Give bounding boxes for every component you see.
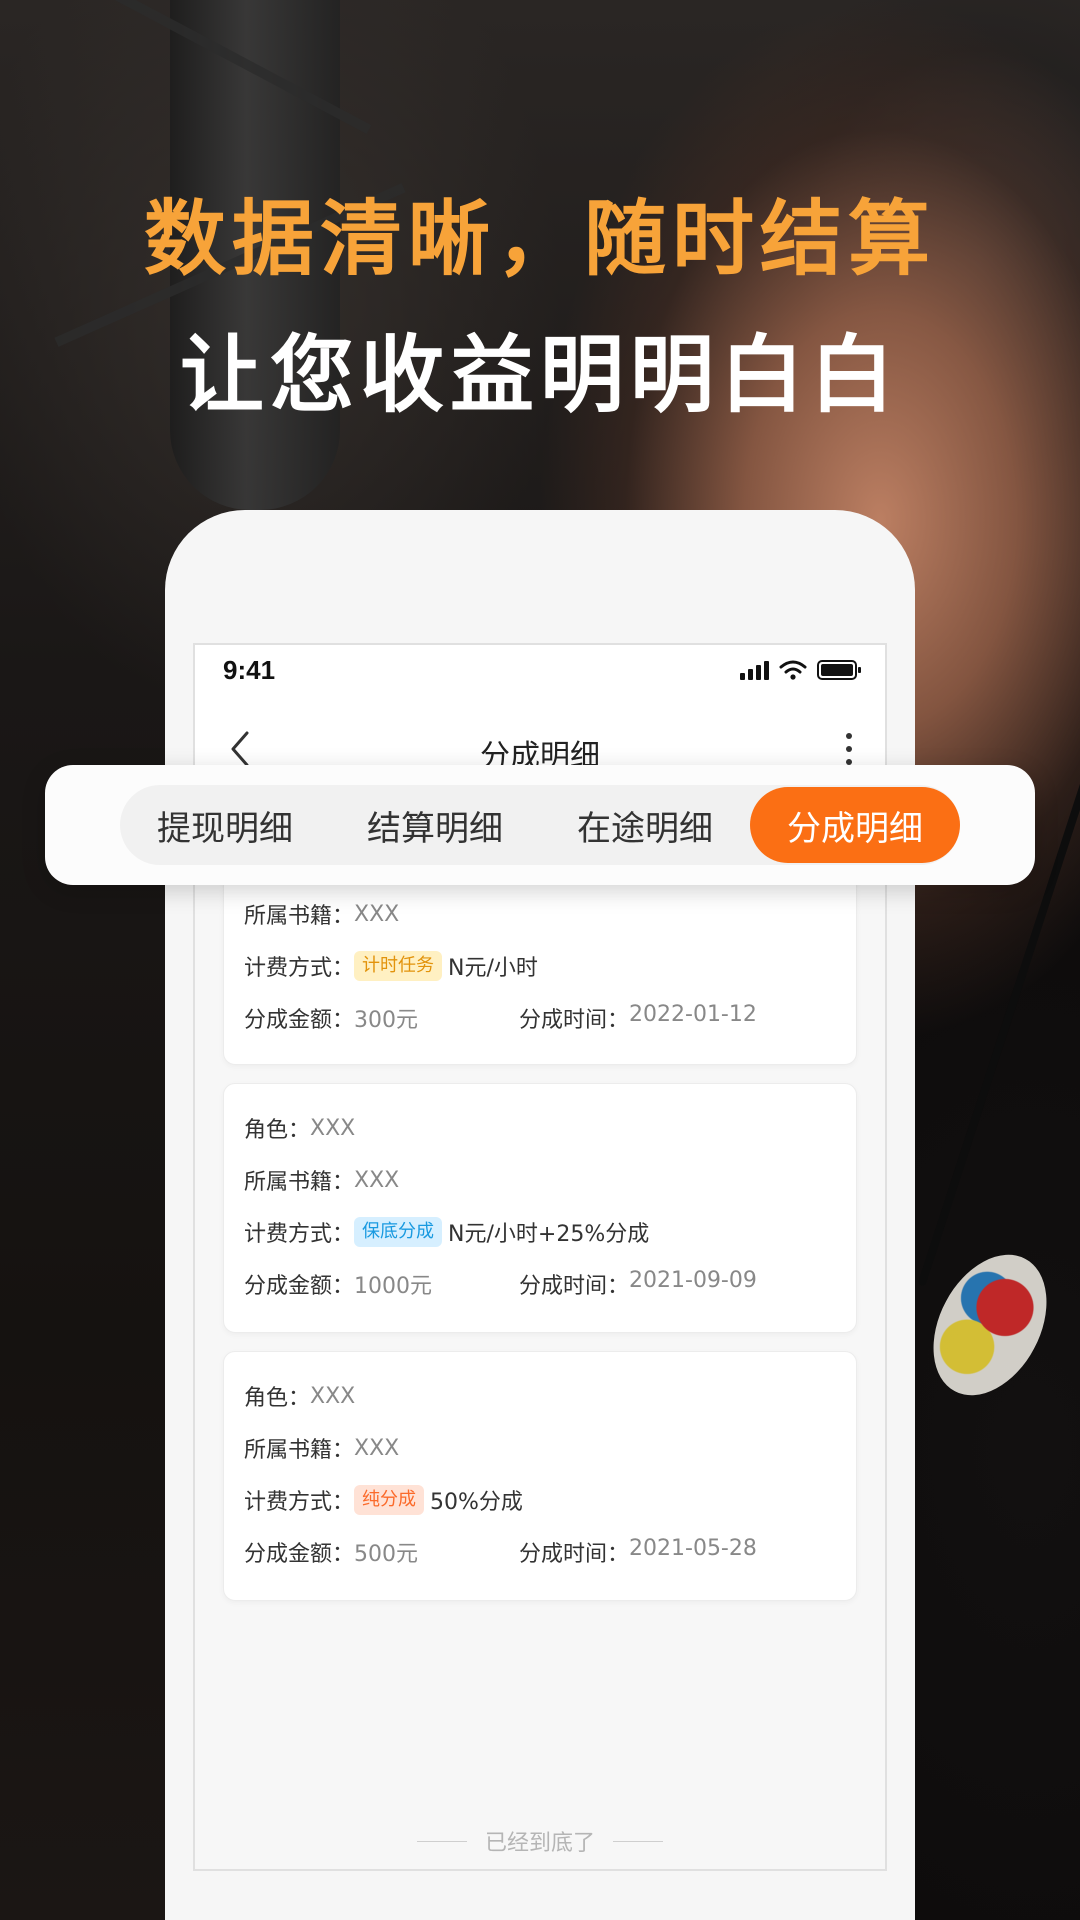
book-label: 所属书籍： bbox=[244, 1170, 355, 1195]
tab-withdrawal-details[interactable]: 提现明细 bbox=[120, 787, 330, 863]
amount-value: 300元 bbox=[354, 1008, 419, 1033]
role-label: 角色： bbox=[244, 1118, 311, 1143]
amount-label: 分成金额： bbox=[244, 1008, 355, 1033]
role-value: XXX bbox=[310, 1115, 356, 1141]
record-list: 角色：XXX 所属书籍：XXX 计费方式：计时任务N元/小时 分成金额：300元… bbox=[223, 835, 857, 1619]
status-time: 9:41 bbox=[223, 655, 276, 685]
billing-tag: 纯分成 bbox=[354, 1485, 425, 1515]
end-note-text: 已经到底了 bbox=[484, 1831, 595, 1856]
book-label: 所属书籍： bbox=[244, 904, 355, 929]
billing-value: N元/小时 bbox=[448, 956, 538, 981]
headline-secondary: 让您收益明明白白 bbox=[179, 326, 900, 424]
billing-label: 计费方式： bbox=[244, 956, 355, 981]
record-card[interactable]: 角色： XXX 所属书籍： XXX 计费方式： 纯分成 50%分成 分成金额： 500元 … bbox=[223, 1351, 857, 1601]
tab-settlement-details[interactable]: 结算明细 bbox=[330, 787, 540, 863]
amount-value: 1000元 bbox=[354, 1274, 433, 1299]
billing-tag: 计时任务 bbox=[354, 951, 443, 981]
headline-primary: 数据清晰，随时结算 bbox=[143, 192, 936, 287]
billing-label: 计费方式： bbox=[244, 1490, 355, 1515]
book-value: XXX bbox=[354, 1435, 400, 1461]
status-icons bbox=[740, 659, 861, 681]
time-label: 分成时间： bbox=[519, 1542, 630, 1567]
wifi-icon bbox=[779, 660, 807, 680]
end-of-list-note: 已经到底了 bbox=[195, 1825, 885, 1857]
billing-tag: 保底分成 bbox=[354, 1217, 443, 1247]
amount-value: 500元 bbox=[354, 1542, 419, 1567]
billing-value: N元/小时+25%分成 bbox=[448, 1222, 650, 1247]
time-label: 分成时间： bbox=[519, 1274, 630, 1299]
time-label: 分成时间： bbox=[519, 1008, 630, 1033]
tab-bar-card: 提现明细 结算明细 在途明细 分成明细 bbox=[45, 765, 1035, 885]
role-label: 角色： bbox=[244, 1386, 311, 1411]
divider bbox=[416, 1840, 467, 1842]
time-value: 2022-01-12 bbox=[629, 1002, 757, 1027]
amount-label: 分成金额： bbox=[244, 1542, 355, 1567]
role-value: XXX bbox=[310, 1383, 356, 1409]
tab-in-transit-details[interactable]: 在途明细 bbox=[540, 787, 750, 863]
book-value: XXX bbox=[354, 901, 400, 927]
tab-revenue-share-details[interactable]: 分成明细 bbox=[750, 787, 960, 863]
billing-label: 计费方式： bbox=[244, 1222, 355, 1247]
divider bbox=[613, 1840, 663, 1842]
battery-icon bbox=[817, 660, 861, 680]
signal-icon bbox=[740, 660, 769, 680]
billing-value: 50%分成 bbox=[430, 1490, 523, 1515]
time-value: 2021-05-28 bbox=[629, 1536, 757, 1561]
book-label: 所属书籍： bbox=[244, 1438, 355, 1463]
book-value: XXX bbox=[354, 1167, 400, 1193]
status-bar: 9:41 bbox=[195, 645, 885, 705]
record-card[interactable]: 角色： XXX 所属书籍： XXX 计费方式： 保底分成 N元/小时+25%分成 分成金… bbox=[223, 1083, 857, 1333]
time-value: 2021-09-09 bbox=[629, 1268, 757, 1293]
amount-label: 分成金额： bbox=[244, 1274, 355, 1299]
tab-bar: 提现明细 结算明细 在途明细 分成明细 bbox=[120, 785, 960, 865]
